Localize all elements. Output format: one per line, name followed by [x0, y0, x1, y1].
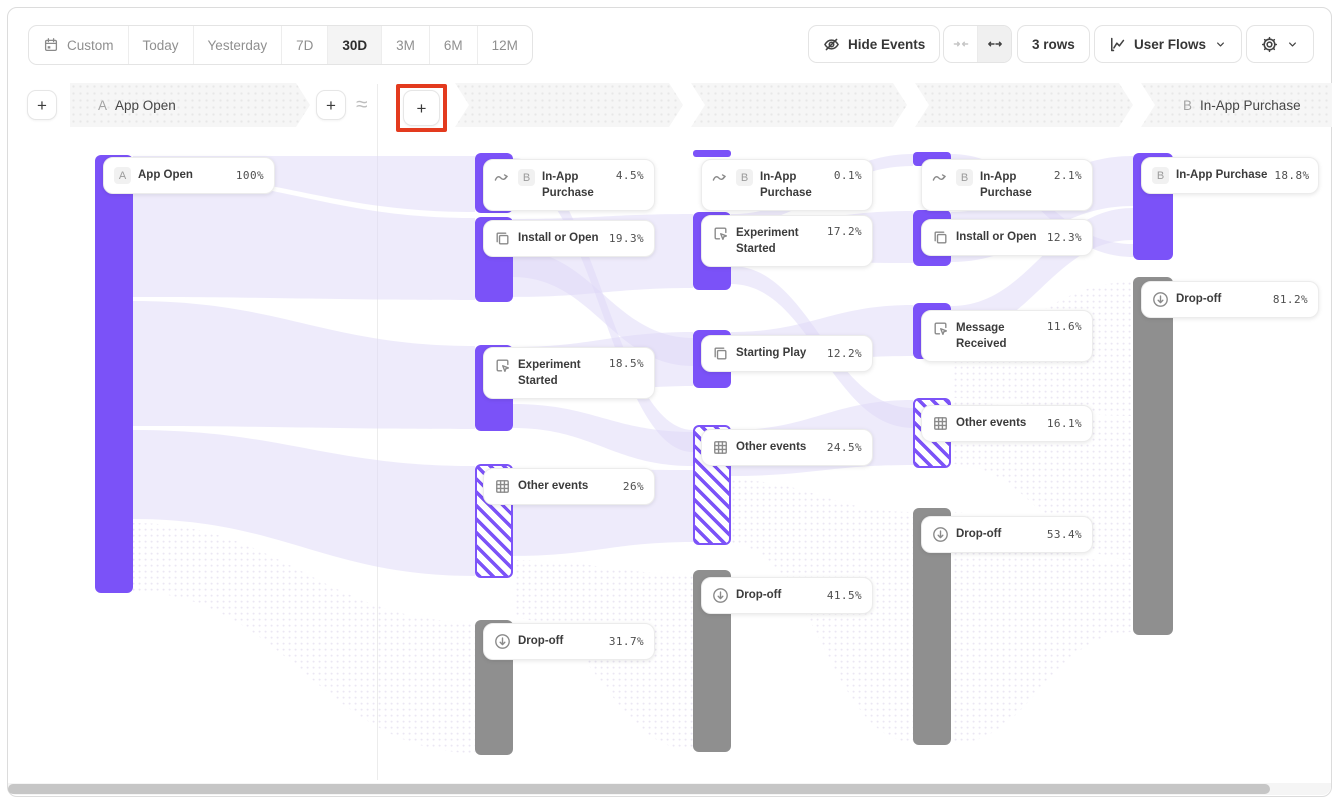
step-badge: B — [956, 169, 973, 186]
node-name: Drop-off — [518, 633, 602, 649]
grid-icon — [712, 439, 729, 456]
step-badge: B — [518, 169, 535, 186]
overlapping-squares-icon — [932, 229, 949, 246]
node-percent: 0.1% — [834, 169, 862, 182]
step-badge: B — [1152, 167, 1169, 184]
flow-node-card[interactable]: A App Open 100% — [103, 157, 275, 194]
node-bar[interactable] — [693, 150, 731, 157]
node-percent: 12.2% — [827, 347, 862, 360]
horizontal-scrollbar-thumb[interactable] — [8, 784, 1270, 794]
node-percent: 18.8% — [1274, 169, 1309, 182]
node-percent: 19.3% — [609, 232, 644, 245]
flow-node-card[interactable]: Other events 16.1% — [921, 405, 1093, 442]
grid-icon — [932, 415, 949, 432]
flow-node-card[interactable]: Message Received 11.6% — [921, 310, 1093, 362]
node-percent: 18.5% — [609, 357, 644, 370]
flow-node-card[interactable]: Other events 26% — [483, 468, 655, 505]
flow-node-card[interactable]: B In-App Purchase 18.8% — [1141, 157, 1319, 194]
node-name: In-App Purchase — [542, 169, 609, 201]
node-name: Drop-off — [1176, 291, 1266, 307]
node-name: Other events — [956, 415, 1040, 431]
horizontal-scrollbar-track[interactable] — [8, 783, 1331, 795]
node-name: Drop-off — [956, 526, 1040, 542]
node-percent: 31.7% — [609, 635, 644, 648]
node-percent: 2.1% — [1054, 169, 1082, 182]
flow-node-card[interactable]: B In-App Purchase 2.1% — [921, 159, 1093, 211]
node-percent: 41.5% — [827, 589, 862, 602]
flow-node-card[interactable]: B In-App Purchase 4.5% — [483, 159, 655, 211]
node-percent: 24.5% — [827, 441, 862, 454]
annotation-highlight-box — [396, 84, 447, 132]
node-name: Other events — [736, 439, 820, 455]
flow-node-card[interactable]: B In-App Purchase 0.1% — [701, 159, 873, 211]
flow-ribbon — [133, 301, 475, 429]
node-percent: 53.4% — [1047, 528, 1082, 541]
step-badge: A — [114, 167, 131, 184]
trend-arrow-icon — [712, 169, 729, 186]
dropoff-icon — [494, 633, 511, 650]
node-name: Install or Open — [956, 229, 1040, 245]
node-percent: 100% — [236, 169, 264, 182]
flow-node-card[interactable]: Starting Play 12.2% — [701, 335, 873, 372]
flow-node-card[interactable]: Drop-off 53.4% — [921, 516, 1093, 553]
flow-node-card[interactable]: Experiment Started 18.5% — [483, 347, 655, 399]
flow-node-card[interactable]: Install or Open 12.3% — [921, 219, 1093, 256]
dropoff-icon — [712, 587, 729, 604]
grid-icon — [494, 478, 511, 495]
custom-event-icon — [494, 357, 511, 374]
node-percent: 12.3% — [1047, 231, 1082, 244]
node-percent: 81.2% — [1273, 293, 1308, 306]
node-name: Drop-off — [736, 587, 820, 603]
node-bar-app-open[interactable] — [95, 155, 133, 593]
node-percent: 16.1% — [1047, 417, 1082, 430]
trend-arrow-icon — [494, 169, 511, 186]
flow-node-card[interactable]: Other events 24.5% — [701, 429, 873, 466]
node-name: Starting Play — [736, 345, 820, 361]
node-name: Other events — [518, 478, 616, 494]
node-percent: 11.6% — [1047, 320, 1082, 333]
custom-event-icon — [712, 225, 729, 242]
node-name: In-App Purchase — [1176, 167, 1267, 183]
trend-arrow-icon — [932, 169, 949, 186]
node-name: Experiment Started — [518, 357, 602, 389]
node-percent: 17.2% — [827, 225, 862, 238]
user-flows-app: Custom Today Yesterday 7D 30D 3M 6M 12M … — [0, 0, 1339, 804]
node-name: In-App Purchase — [980, 169, 1047, 201]
node-name: In-App Purchase — [760, 169, 827, 201]
overlapping-squares-icon — [712, 345, 729, 362]
custom-event-icon — [932, 320, 949, 337]
node-name: App Open — [138, 167, 229, 183]
flow-node-card[interactable]: Drop-off 41.5% — [701, 577, 873, 614]
node-name: Install or Open — [518, 230, 602, 246]
node-bar-dropoff[interactable] — [1133, 277, 1173, 635]
step-badge: B — [736, 169, 753, 186]
flow-node-card[interactable]: Experiment Started 17.2% — [701, 215, 873, 267]
flow-node-card[interactable]: Drop-off 31.7% — [483, 623, 655, 660]
node-name: Message Received — [956, 320, 1040, 352]
flow-node-card[interactable]: Install or Open 19.3% — [483, 220, 655, 257]
dropoff-icon — [1152, 291, 1169, 308]
dropoff-icon — [932, 526, 949, 543]
flow-node-card[interactable]: Drop-off 81.2% — [1141, 281, 1319, 318]
node-percent: 26% — [623, 480, 644, 493]
overlapping-squares-icon — [494, 230, 511, 247]
node-name: Experiment Started — [736, 225, 820, 257]
node-percent: 4.5% — [616, 169, 644, 182]
